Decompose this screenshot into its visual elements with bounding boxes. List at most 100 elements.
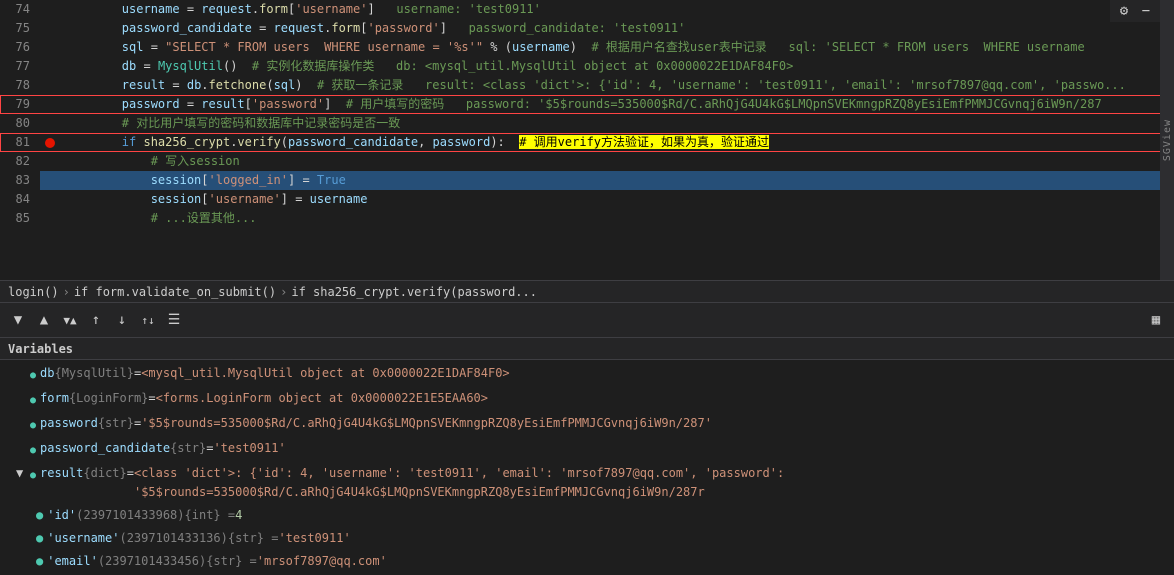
- code-token: # 写入session: [64, 154, 240, 168]
- code-token: password_candidate: [64, 21, 252, 35]
- code-token: ]: [324, 97, 346, 111]
- var-item[interactable]: ▼ ●result {dict} = <class 'dict'>: {'id'…: [0, 462, 1174, 504]
- code-token: # 用户填写的密码 password: '$5$rounds=535000$Rd…: [346, 97, 1102, 111]
- variables-title: Variables: [8, 342, 73, 356]
- layout-icon[interactable]: ▦: [1146, 310, 1166, 330]
- line-gutter: [40, 152, 60, 171]
- line-gutter: [40, 38, 60, 57]
- code-token: 'username': [295, 2, 367, 16]
- toolbar-right: ▦: [1146, 310, 1166, 330]
- code-token: True: [317, 173, 346, 187]
- line-content: # 对比用户填写的密码和数据库中记录密码是否一致: [60, 114, 1174, 133]
- child-type: {int} =: [185, 506, 236, 525]
- line-content: # 写入session: [60, 152, 1174, 171]
- step-out-btn[interactable]: ↑: [86, 310, 106, 330]
- line-number: 81: [0, 133, 40, 152]
- code-token: ] =: [281, 192, 310, 206]
- var-item[interactable]: ●password {str} = '$5$rounds=535000$Rd/C…: [0, 412, 1174, 437]
- line-number: 75: [0, 19, 40, 38]
- code-line-79: 79 password = result['password'] # 用户填写的…: [0, 95, 1174, 114]
- var-type-indicator: ●: [30, 416, 36, 435]
- code-token: ): [295, 78, 317, 92]
- child-type: {str} =: [228, 529, 279, 548]
- line-content: # ...设置其他...: [60, 209, 1174, 228]
- code-line-74: 74 username = request.form['username'] u…: [0, 0, 1174, 19]
- var-item[interactable]: ●db {MysqlUtil} = <mysql_util.MysqlUtil …: [0, 362, 1174, 387]
- editor-toolbar-right: ⚙ −: [1110, 0, 1160, 22]
- var-name: result: [40, 464, 83, 483]
- code-token: [: [245, 97, 252, 111]
- line-number: 79: [0, 95, 40, 114]
- line-number: 83: [0, 171, 40, 190]
- code-token: # 根据用户名查找user表中记录 sql: 'SELECT * FROM us…: [591, 40, 1084, 54]
- child-addr: (2397101433968): [76, 506, 184, 525]
- code-token: form: [259, 2, 288, 16]
- code-token: =: [165, 78, 187, 92]
- line-gutter: [40, 114, 60, 133]
- code-token: sha256_crypt: [143, 135, 230, 149]
- code-token: username: [512, 40, 570, 54]
- var-value: <forms.LoginForm object at 0x0000022E1E5…: [156, 389, 488, 408]
- code-token: [: [201, 173, 208, 187]
- line-content: password = result['password'] # 用户填写的密码 …: [60, 95, 1174, 114]
- line-gutter: [40, 76, 60, 95]
- breakpoint-icon[interactable]: [45, 138, 55, 148]
- var-value: '$5$rounds=535000$Rd/C.aRhQjG4U4kG$LMQpn…: [141, 414, 712, 433]
- line-content: sql = "SELECT * FROM users WHERE usernam…: [60, 38, 1174, 57]
- code-token: password: [64, 97, 180, 111]
- var-value: 'test0911': [213, 439, 285, 458]
- var-child-item[interactable]: ●'id' (2397101433968) {int} = 4: [0, 504, 1174, 527]
- step-into-btn[interactable]: ▼▲: [60, 310, 80, 330]
- code-token: ,: [418, 135, 432, 149]
- child-name: 'username': [47, 529, 119, 548]
- variable-list: ●db {MysqlUtil} = <mysql_util.MysqlUtil …: [0, 360, 1174, 575]
- code-token: # 获取一条记录 result: <class 'dict'>: {'id': …: [317, 78, 1126, 92]
- code-line-75: 75 password_candidate = request.form['pa…: [0, 19, 1174, 38]
- code-token: =: [143, 40, 165, 54]
- code-token: ] =: [288, 173, 317, 187]
- code-token: verify: [237, 135, 280, 149]
- var-child-item[interactable]: ●'email' (2397101433456) {str} = 'mrsof7…: [0, 550, 1174, 573]
- code-token: username: [64, 2, 180, 16]
- show-frames-btn[interactable]: ☰: [164, 310, 184, 330]
- code-token: password: [433, 135, 491, 149]
- child-name: 'email': [47, 552, 98, 571]
- var-expand-icon[interactable]: ▼: [16, 464, 30, 483]
- code-line-84: 84 session['username'] = username: [0, 190, 1174, 209]
- var-type-indicator: ●: [30, 466, 36, 485]
- var-child-item[interactable]: ●'username' (2397101433136) {str} = 'tes…: [0, 527, 1174, 550]
- line-number: 85: [0, 209, 40, 228]
- run-to-cursor-btn[interactable]: ↑↓: [138, 310, 158, 330]
- code-token: db: [64, 59, 136, 73]
- step-down-btn[interactable]: ▼: [8, 310, 28, 330]
- code-line-83: 83 session['logged_in'] = True: [0, 171, 1174, 190]
- var-value: <mysql_util.MysqlUtil object at 0x000002…: [141, 364, 509, 383]
- code-token: if: [64, 135, 143, 149]
- code-token: .: [201, 78, 208, 92]
- child-value: 4: [235, 506, 242, 525]
- var-equals: =: [134, 414, 141, 433]
- breadcrumb-item-2[interactable]: if form.validate_on_submit(): [74, 285, 276, 299]
- line-number: 80: [0, 114, 40, 133]
- var-name: form: [40, 389, 69, 408]
- step-up-btn[interactable]: ▲: [34, 310, 54, 330]
- sg-view-panel: SGView: [1160, 0, 1174, 280]
- var-item[interactable]: ●password_candidate {str} = 'test0911': [0, 437, 1174, 462]
- code-token: ]: [440, 21, 469, 35]
- child-name: 'id': [47, 506, 76, 525]
- code-token: username: 'test0911': [396, 2, 541, 16]
- debug-toolbar: ▼ ▲ ▼▲ ↑ ↓ ↑↓ ☰ ▦: [0, 302, 1174, 338]
- collapse-icon[interactable]: −: [1136, 1, 1156, 21]
- code-token: result: [201, 97, 244, 111]
- var-item[interactable]: ●form {LoginForm} = <forms.LoginForm obj…: [0, 387, 1174, 412]
- step-next-btn[interactable]: ↓: [112, 310, 132, 330]
- breadcrumb-item-1[interactable]: login(): [8, 285, 59, 299]
- child-value: 'mrsof7897@qq.com': [257, 552, 387, 571]
- var-name: password: [40, 414, 98, 433]
- breadcrumb-item-3[interactable]: if sha256_crypt.verify(password...: [291, 285, 537, 299]
- settings-icon[interactable]: ⚙: [1114, 1, 1134, 21]
- code-token: # 对比用户填写的密码和数据库中记录密码是否一致: [64, 116, 400, 130]
- code-token: "SELECT * FROM users WHERE username = '%…: [165, 40, 483, 54]
- line-gutter: [40, 19, 60, 38]
- code-line-82: 82 # 写入session: [0, 152, 1174, 171]
